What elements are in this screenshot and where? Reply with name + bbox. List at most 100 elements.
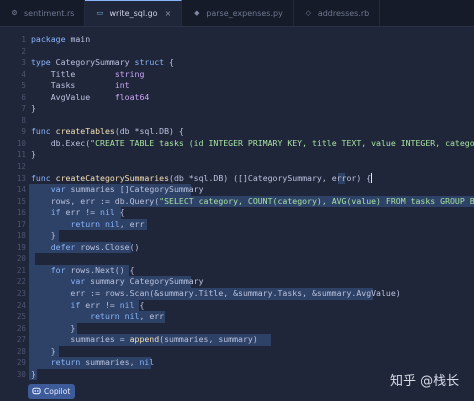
python-icon: ◆	[194, 8, 200, 17]
line-number: 27	[16, 335, 26, 345]
code-token: nil	[104, 218, 120, 229]
line-number: 4	[21, 69, 26, 79]
code-token: CategorySummary	[50, 57, 135, 68]
tab-label: sentiment.rs	[24, 8, 75, 18]
code-token: {	[114, 207, 125, 218]
close-icon[interactable]: ×	[165, 9, 172, 18]
code-token: type	[31, 57, 51, 68]
code-token: return	[50, 357, 81, 368]
watermark: 知乎 @栈长	[390, 374, 460, 389]
line-number: 10	[16, 138, 26, 148]
line-number: 8	[21, 115, 26, 125]
code-token: }	[31, 345, 56, 356]
copilot-label: Copilot	[44, 387, 71, 396]
code-token: defer	[50, 241, 76, 252]
code-line: 4 Title string	[0, 69, 474, 81]
code-line: 7 }	[0, 103, 474, 115]
code-line: 23 err := rows.Scan(&summary.Title, &sum…	[0, 288, 474, 300]
code-token: (summaries, summary)	[159, 334, 258, 345]
code-line: 10 db.Exec("CREATE TABLE tasks (id INTEG…	[0, 138, 474, 150]
code-token: nil	[100, 207, 115, 218]
code-token: err !=	[60, 207, 101, 218]
code-token: struct	[134, 57, 165, 68]
code-token: }	[31, 230, 56, 241]
code-token: summaries =	[31, 334, 130, 345]
line-number: 6	[21, 92, 26, 102]
go-icon: ▭	[96, 9, 104, 17]
code-token: err := rows.Scan(&summary.Title, &summar…	[31, 288, 401, 299]
code-line: 8	[0, 115, 474, 127]
code-line: 22 var summary CategorySummary	[0, 276, 474, 289]
code-token: for	[50, 264, 66, 275]
code-area[interactable]: 1 package main 2 3 type CategorySummary …	[0, 34, 474, 381]
code-token: append	[129, 334, 160, 345]
code-line: 27 summaries = append(summaries, summary…	[0, 334, 474, 346]
tab-label: write_sql.go	[109, 9, 158, 18]
code-line: 19 defer rows.Close()	[0, 241, 474, 254]
tab-sentiment-rs[interactable]: ⚙ sentiment.rs	[0, 0, 86, 26]
line-number: 2	[21, 46, 26, 56]
code-token: if	[50, 207, 61, 218]
line-number: 9	[21, 127, 26, 137]
line-number: 30	[16, 369, 26, 379]
code-line: 20	[0, 253, 474, 265]
code-token: var	[50, 184, 66, 195]
line-number: 7	[21, 104, 26, 114]
code-token: err !=	[80, 299, 120, 310]
code-token: }	[31, 103, 36, 114]
copilot-icon	[32, 386, 41, 397]
code-line: 16 if err != nil {	[0, 207, 474, 219]
code-token: summaries []CategorySummary	[65, 184, 204, 195]
tab-label: parse_expenses.py	[206, 8, 283, 18]
code-line: 26 }	[0, 322, 474, 335]
code-token: , err	[139, 311, 165, 322]
code-line: 5 Tasks int	[0, 80, 474, 92]
code-line: 18 }	[0, 230, 474, 242]
line-number: 11	[16, 150, 26, 160]
line-number: 17	[16, 219, 26, 229]
copilot-button[interactable]: Copilot	[28, 384, 76, 399]
selection-highlight	[29, 253, 35, 265]
line-number: 19	[16, 242, 26, 252]
tab-addresses-rb[interactable]: ◇ addresses.rb	[294, 0, 381, 26]
tab-write-sql-go[interactable]: ▭ write_sql.go ×	[85, 0, 183, 26]
line-number: 15	[16, 196, 26, 206]
code-token: {	[164, 57, 174, 68]
code-line: 14 var summaries []CategorySummary	[0, 184, 474, 196]
code-token: nil	[124, 311, 140, 322]
line-number: 29	[16, 358, 26, 368]
code-line: 6 AvgValue float64	[0, 92, 474, 104]
code-token: (db *sql.DB) {	[114, 126, 184, 137]
tab-parse-expenses-py[interactable]: ◆ parse_expenses.py	[182, 0, 294, 26]
code-line: 12	[0, 161, 474, 173]
code-token: , err	[119, 218, 145, 229]
code-token: summaries,	[80, 357, 140, 368]
code-token: summary CategorySummary	[85, 276, 204, 287]
line-number: 1	[21, 35, 26, 44]
code-token: nil	[139, 357, 155, 368]
code-line: 13 func createCategorySummaries(db *sql.…	[0, 172, 474, 185]
code-line: 9 func createTables(db *sql.DB) {	[0, 126, 474, 138]
line-number: 18	[16, 231, 26, 241]
line-number: 22	[16, 277, 26, 287]
code-line: 17 return nil, err	[0, 218, 474, 231]
code-token: {	[134, 299, 145, 310]
code-token: "SELECT category, COUNT(category), AVG(v…	[159, 195, 474, 206]
code-token: string	[114, 68, 145, 79]
code-token: main	[65, 34, 91, 44]
line-number: 12	[16, 162, 26, 172]
code-token: package	[31, 34, 66, 44]
code-line: 11 }	[0, 149, 474, 161]
code-token: rows.Next() {	[65, 264, 135, 275]
code-token: return	[90, 311, 120, 322]
code-token: (db *sql.DB) ([]CategorySummary, error) …	[169, 172, 372, 183]
editor-tab-bar: ⚙ sentiment.rs ▭ write_sql.go × ◆ parse_…	[0, 0, 474, 27]
